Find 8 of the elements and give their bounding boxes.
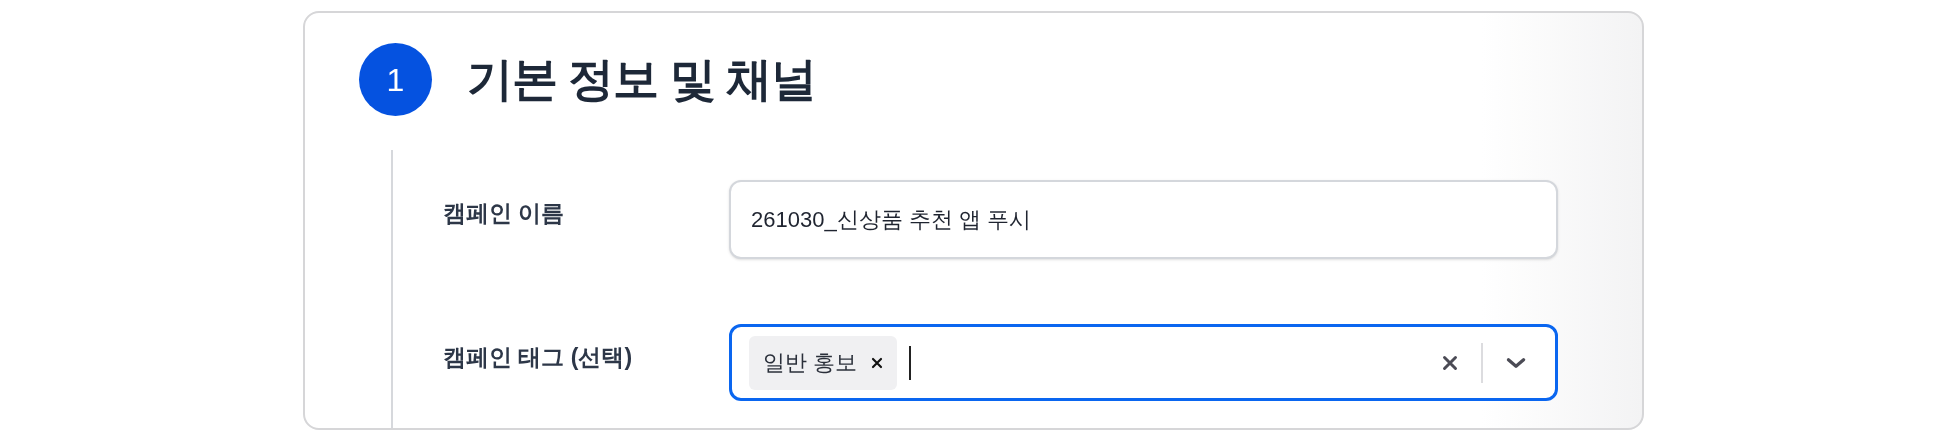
step-number-badge: 1 — [359, 43, 432, 116]
field-label: 캠페인 태그 (선택) — [443, 343, 634, 372]
field-label: 캠페인 이름 — [443, 199, 566, 228]
text-cursor — [909, 345, 912, 380]
campaign-name-field[interactable]: 261030_신상품 추천 앱 푸시 — [729, 180, 1558, 259]
tag-select-field[interactable]: 일반 홍보 — [729, 324, 1558, 401]
section-title: 기본 정보 및 채널 — [467, 52, 816, 107]
tag-label: 일반 홍보 — [763, 349, 858, 377]
